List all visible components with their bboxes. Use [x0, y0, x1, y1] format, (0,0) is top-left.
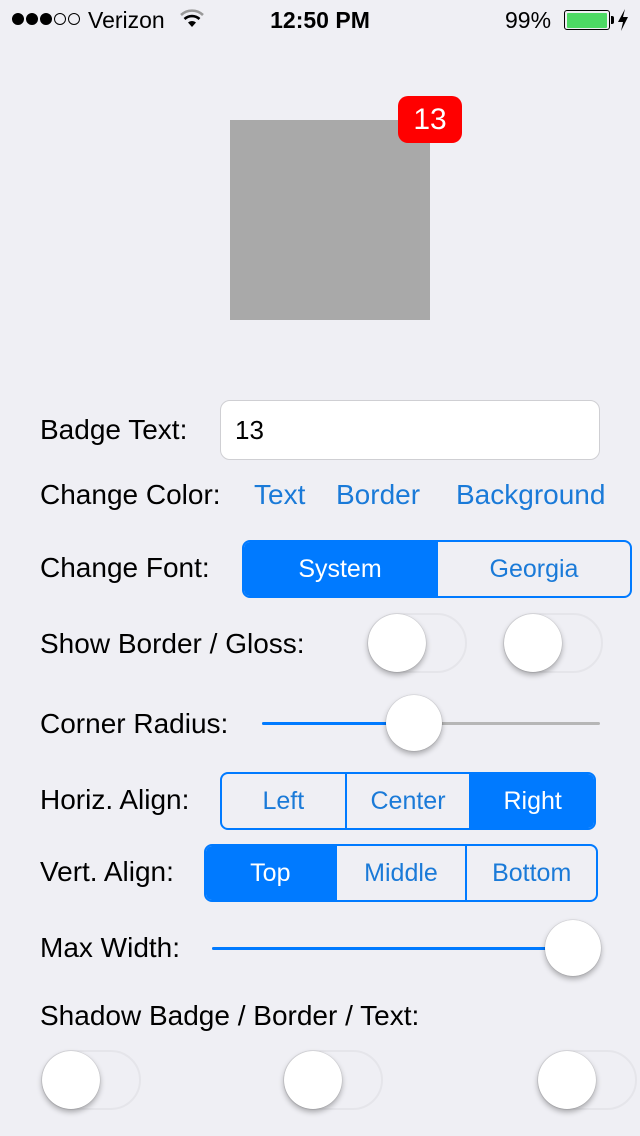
max-width-label: Max Width: [40, 932, 181, 963]
slider-fill [212, 947, 573, 950]
corner-radius-label: Corner Radius: [40, 708, 229, 739]
segment-align-right[interactable]: Right [469, 774, 594, 828]
slider-thumb[interactable] [386, 695, 443, 751]
segment-align-middle[interactable]: Middle [334, 846, 466, 900]
segment-align-top[interactable]: Top [206, 846, 335, 900]
corner-radius-slider[interactable] [262, 695, 600, 751]
vert-align-label: Vert. Align: [40, 856, 174, 887]
toggle-knob [504, 614, 562, 672]
badge: 13 [398, 96, 462, 143]
show-gloss-toggle[interactable] [503, 613, 603, 673]
horiz-align-segmented-control: Left Center Right [220, 772, 596, 830]
max-width-slider[interactable] [212, 920, 601, 976]
toggle-knob [368, 614, 426, 672]
shadow-border-toggle[interactable] [283, 1050, 383, 1110]
toggle-knob [284, 1051, 342, 1109]
shadow-text-toggle[interactable] [537, 1050, 637, 1110]
segment-font-system[interactable]: System [244, 542, 436, 596]
segment-align-bottom[interactable]: Bottom [465, 846, 596, 900]
change-color-label: Change Color: [40, 479, 221, 510]
toggle-knob [42, 1051, 100, 1109]
charging-bolt-icon [618, 9, 628, 31]
vert-align-segmented-control: Top Middle Bottom [204, 844, 598, 902]
border-color-button[interactable]: Border [336, 478, 420, 512]
badge-text-input[interactable] [220, 400, 600, 460]
segment-align-left[interactable]: Left [222, 774, 345, 828]
shadow-label: Shadow Badge / Border / Text: [40, 1000, 420, 1031]
background-color-button[interactable]: Background [456, 478, 605, 512]
status-bar: Verizon 12:50 PM 99% [0, 0, 640, 40]
change-font-label: Change Font: [40, 552, 210, 583]
battery-nub [611, 16, 614, 24]
slider-thumb[interactable] [545, 920, 601, 976]
battery-icon [564, 10, 610, 30]
text-color-button[interactable]: Text [254, 478, 305, 512]
segment-font-georgia[interactable]: Georgia [436, 542, 630, 596]
horiz-align-label: Horiz. Align: [40, 784, 190, 815]
shadow-badge-toggle[interactable] [41, 1050, 141, 1110]
font-segmented-control: System Georgia [242, 540, 632, 598]
battery-percent: 99% [505, 7, 552, 33]
badge-text-label: Badge Text: [40, 414, 188, 445]
toggle-knob [538, 1051, 596, 1109]
battery-level [566, 12, 608, 28]
show-border-toggle[interactable] [367, 613, 467, 673]
border-gloss-label: Show Border / Gloss: [40, 628, 305, 659]
segment-align-center[interactable]: Center [344, 774, 470, 828]
badge-preview-view [230, 120, 430, 320]
